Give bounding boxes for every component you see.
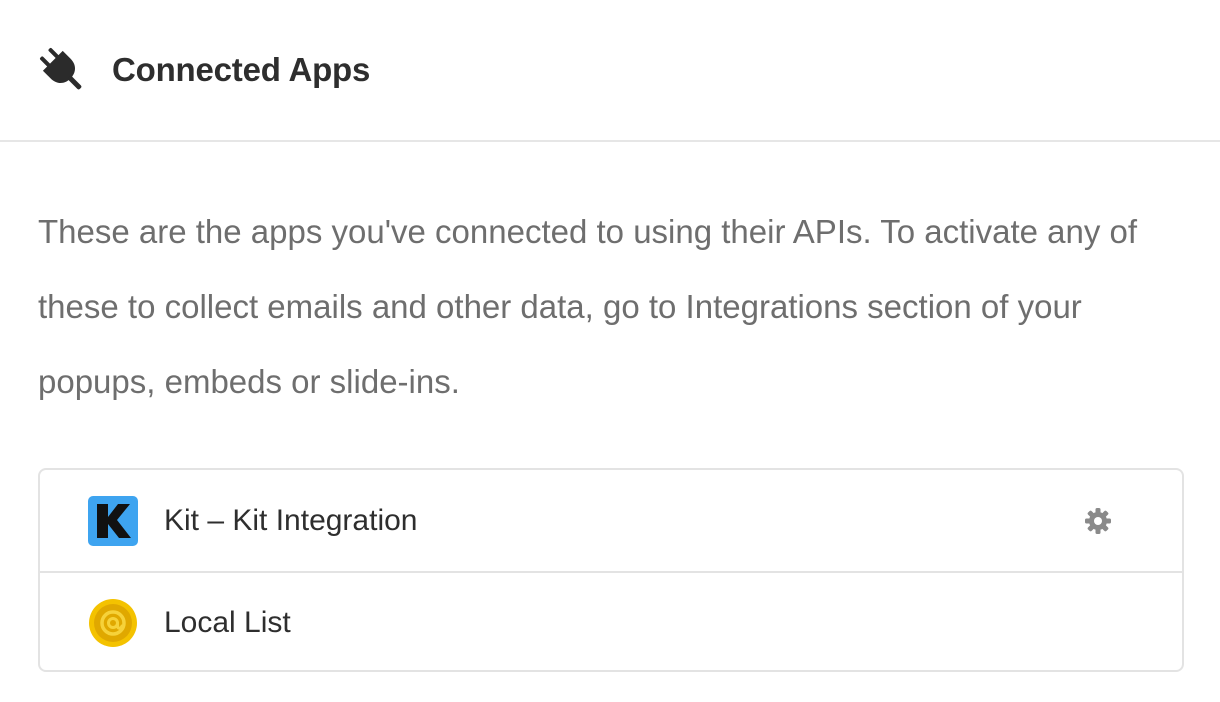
- gear-icon[interactable]: [1084, 507, 1112, 535]
- list-item-local-list[interactable]: Local List: [40, 571, 1182, 670]
- panel-header: Connected Apps: [0, 0, 1220, 142]
- app-name: Local List: [164, 605, 291, 639]
- kit-logo: [88, 495, 138, 546]
- list-item-kit[interactable]: Kit – Kit Integration: [40, 470, 1182, 571]
- local-list-logo: [88, 598, 138, 648]
- description-text: These are the apps you've connected to u…: [38, 213, 1138, 400]
- plug-icon: [36, 44, 88, 96]
- app-name: Kit – Kit Integration: [164, 503, 418, 537]
- connected-apps-list: Kit – Kit Integration Local List: [38, 468, 1184, 672]
- page-title: Connected Apps: [112, 51, 371, 88]
